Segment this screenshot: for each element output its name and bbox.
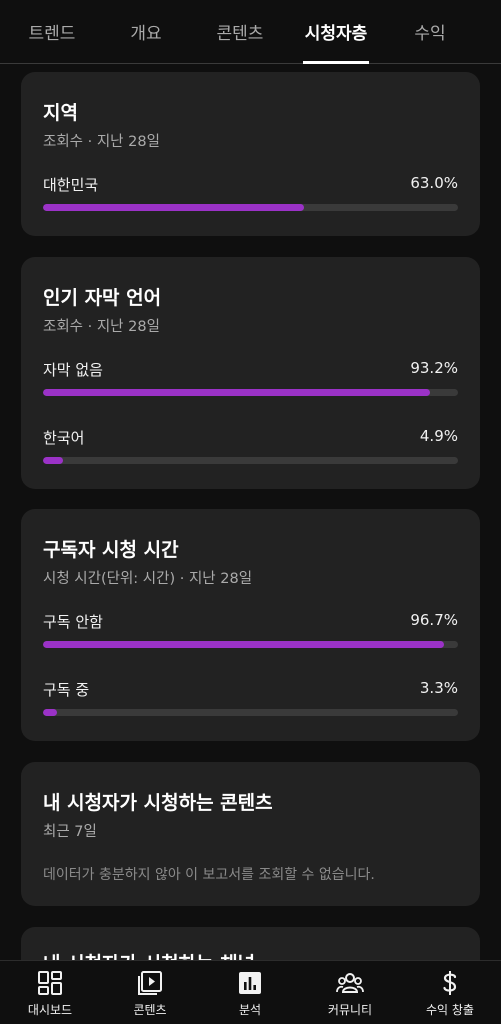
nav-label: 대시보드 xyxy=(27,1003,73,1017)
nav-label: 커뮤니티 xyxy=(327,1003,373,1017)
nav-label: 수익 창출 xyxy=(426,1003,474,1017)
progress-bar xyxy=(43,457,458,464)
progress-bar-fill xyxy=(43,641,445,648)
card-subtitle: 최근 7일 xyxy=(43,824,97,840)
insufficient-data-message: 데이터가 충분하지 않아 이 보고서를 조회할 수 없습니다. xyxy=(43,867,375,883)
tab-content[interactable]: 콘텐츠 xyxy=(206,0,274,63)
region-card[interactable]: 지역 조회수 · 지난 28일 대한민국 63.0% xyxy=(21,72,480,236)
tab-revenue[interactable]: 수익 xyxy=(402,0,458,63)
progress-bar-fill xyxy=(43,709,57,716)
progress-bar-fill xyxy=(43,204,305,211)
tab-audience[interactable]: 시청자층 xyxy=(303,0,369,64)
card-title: 지역 xyxy=(43,102,78,124)
tab-trends[interactable]: 트렌드 xyxy=(20,0,84,63)
row-label: 한국어 xyxy=(43,429,85,447)
card-title: 구독자 시청 시간 xyxy=(43,539,179,561)
nav-analytics[interactable]: 분석 xyxy=(200,961,300,1024)
row-label: 대한민국 xyxy=(43,176,99,194)
dashboard-icon xyxy=(38,971,62,995)
nav-content[interactable]: 콘텐츠 xyxy=(100,961,200,1024)
card-subtitle: 조회수 · 지난 28일 xyxy=(43,134,160,150)
row-label: 구독 안함 xyxy=(43,613,103,631)
nav-label: 콘텐츠 xyxy=(133,1003,167,1017)
progress-bar xyxy=(43,641,458,648)
nav-community[interactable]: 커뮤니티 xyxy=(300,961,400,1024)
row-label: 구독 중 xyxy=(43,681,90,699)
nav-dashboard[interactable]: 대시보드 xyxy=(0,961,100,1024)
progress-bar xyxy=(43,389,458,396)
row-label: 자막 없음 xyxy=(43,361,103,379)
card-subtitle: 시청 시간(단위: 시간) · 지난 28일 xyxy=(43,571,253,587)
card-title: 내 시청자가 시청하는 콘텐츠 xyxy=(43,792,273,814)
viewer-content-card[interactable]: 내 시청자가 시청하는 콘텐츠 최근 7일 데이터가 충분하지 않아 이 보고서… xyxy=(21,762,480,906)
card-subtitle: 조회수 · 지난 28일 xyxy=(43,319,160,335)
dollar-icon xyxy=(443,971,457,995)
tab-overview[interactable]: 개요 xyxy=(116,0,176,63)
subtitle-language-card[interactable]: 인기 자막 언어 조회수 · 지난 28일 자막 없음 93.2% 한국어 4.… xyxy=(21,257,480,489)
progress-bar xyxy=(43,709,458,716)
row-value: 93.2% xyxy=(410,359,458,377)
row-value: 3.3% xyxy=(419,679,458,697)
progress-bar xyxy=(43,204,458,211)
content-icon xyxy=(138,971,162,995)
bottom-navigation: 대시보드 콘텐츠 분석 커뮤니티 수익 창출 xyxy=(0,960,501,1024)
row-value: 63.0% xyxy=(410,174,458,192)
progress-bar-fill xyxy=(43,457,64,464)
analytics-icon xyxy=(239,972,261,994)
row-value: 96.7% xyxy=(410,611,458,629)
subscriber-watch-time-card[interactable]: 구독자 시청 시간 시청 시간(단위: 시간) · 지난 28일 구독 안함 9… xyxy=(21,509,480,741)
progress-bar-fill xyxy=(43,389,430,396)
community-icon xyxy=(336,973,364,993)
card-title: 인기 자막 언어 xyxy=(43,287,162,309)
top-tab-bar: 트렌드 개요 콘텐츠 시청자층 수익 xyxy=(0,0,501,64)
nav-monetization[interactable]: 수익 창출 xyxy=(400,961,500,1024)
row-value: 4.9% xyxy=(419,427,458,445)
nav-label: 분석 xyxy=(238,1003,262,1017)
